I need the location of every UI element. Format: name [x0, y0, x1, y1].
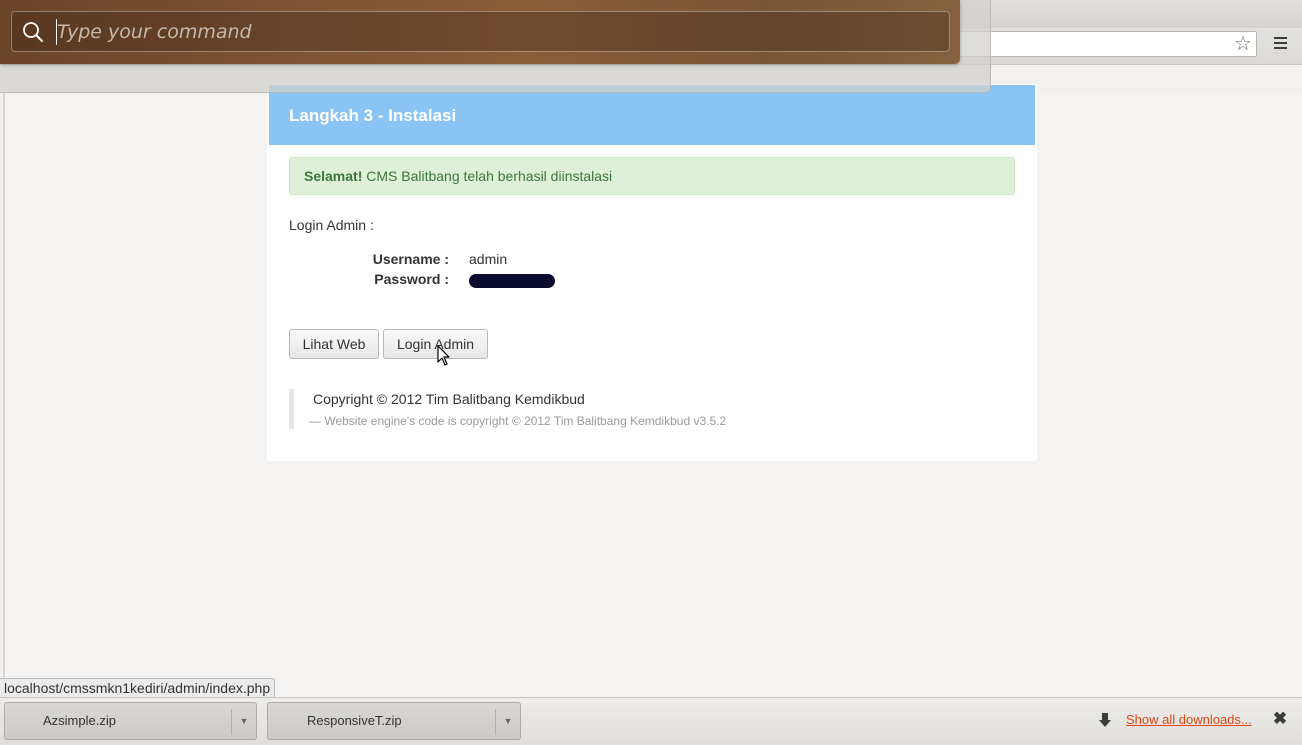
mouse-cursor-icon [437, 345, 450, 366]
download-item[interactable]: ResponsiveT.zip ▼ [267, 702, 521, 740]
download-arrow-icon [1099, 713, 1111, 727]
link-status-bubble: localhost/cmssmkn1kediri/admin/index.php [0, 678, 276, 699]
engine-copyright-text: — Website engine's code is copyright © 2… [309, 414, 727, 428]
password-redaction [469, 274, 555, 288]
install-panel: Langkah 3 - Instalasi Selamat! CMS Balit… [267, 84, 1037, 461]
hud-bar: Type your command [0, 0, 960, 64]
alert-text: CMS Balitbang telah berhasil diinstalasi [362, 168, 613, 184]
address-bar[interactable]: ☆ [950, 31, 1257, 57]
command-input[interactable]: Type your command [11, 11, 950, 52]
login-admin-label: Login Admin : [289, 217, 374, 233]
alert-strong: Selamat! [304, 168, 363, 184]
command-placeholder: Type your command [57, 21, 252, 43]
panel-header: Langkah 3 - Instalasi [269, 85, 1035, 145]
success-alert: Selamat! CMS Balitbang telah berhasil di… [289, 157, 1015, 195]
username-value: admin [469, 251, 508, 267]
chevron-down-icon[interactable]: ▼ [498, 703, 518, 739]
view-web-button[interactable]: Lihat Web [289, 329, 379, 359]
password-label: Password : [374, 271, 449, 287]
download-filename: Azsimple.zip [43, 713, 116, 728]
hud-overlay: Type your command [0, 0, 991, 93]
download-filename: ResponsiveT.zip [307, 713, 402, 728]
username-label: Username : [372, 251, 449, 267]
close-icon[interactable]: ✖ [1271, 710, 1289, 728]
chevron-down-icon[interactable]: ▼ [234, 703, 254, 739]
page-title: Langkah 3 - Instalasi [289, 106, 457, 125]
show-all-downloads-link[interactable]: Show all downloads... [1126, 712, 1252, 727]
divider [495, 709, 496, 735]
download-item[interactable]: Azsimple.zip ▼ [4, 702, 257, 740]
menu-icon[interactable] [1270, 33, 1290, 53]
login-admin-button[interactable]: Login Admin [383, 329, 488, 359]
copyright-blockquote: Copyright © 2012 Tim Balitbang Kemdikbud… [289, 389, 754, 429]
divider [231, 709, 232, 735]
search-icon [23, 22, 43, 42]
star-icon[interactable]: ☆ [1232, 33, 1254, 55]
copyright-text: Copyright © 2012 Tim Balitbang Kemdikbud [313, 391, 585, 407]
